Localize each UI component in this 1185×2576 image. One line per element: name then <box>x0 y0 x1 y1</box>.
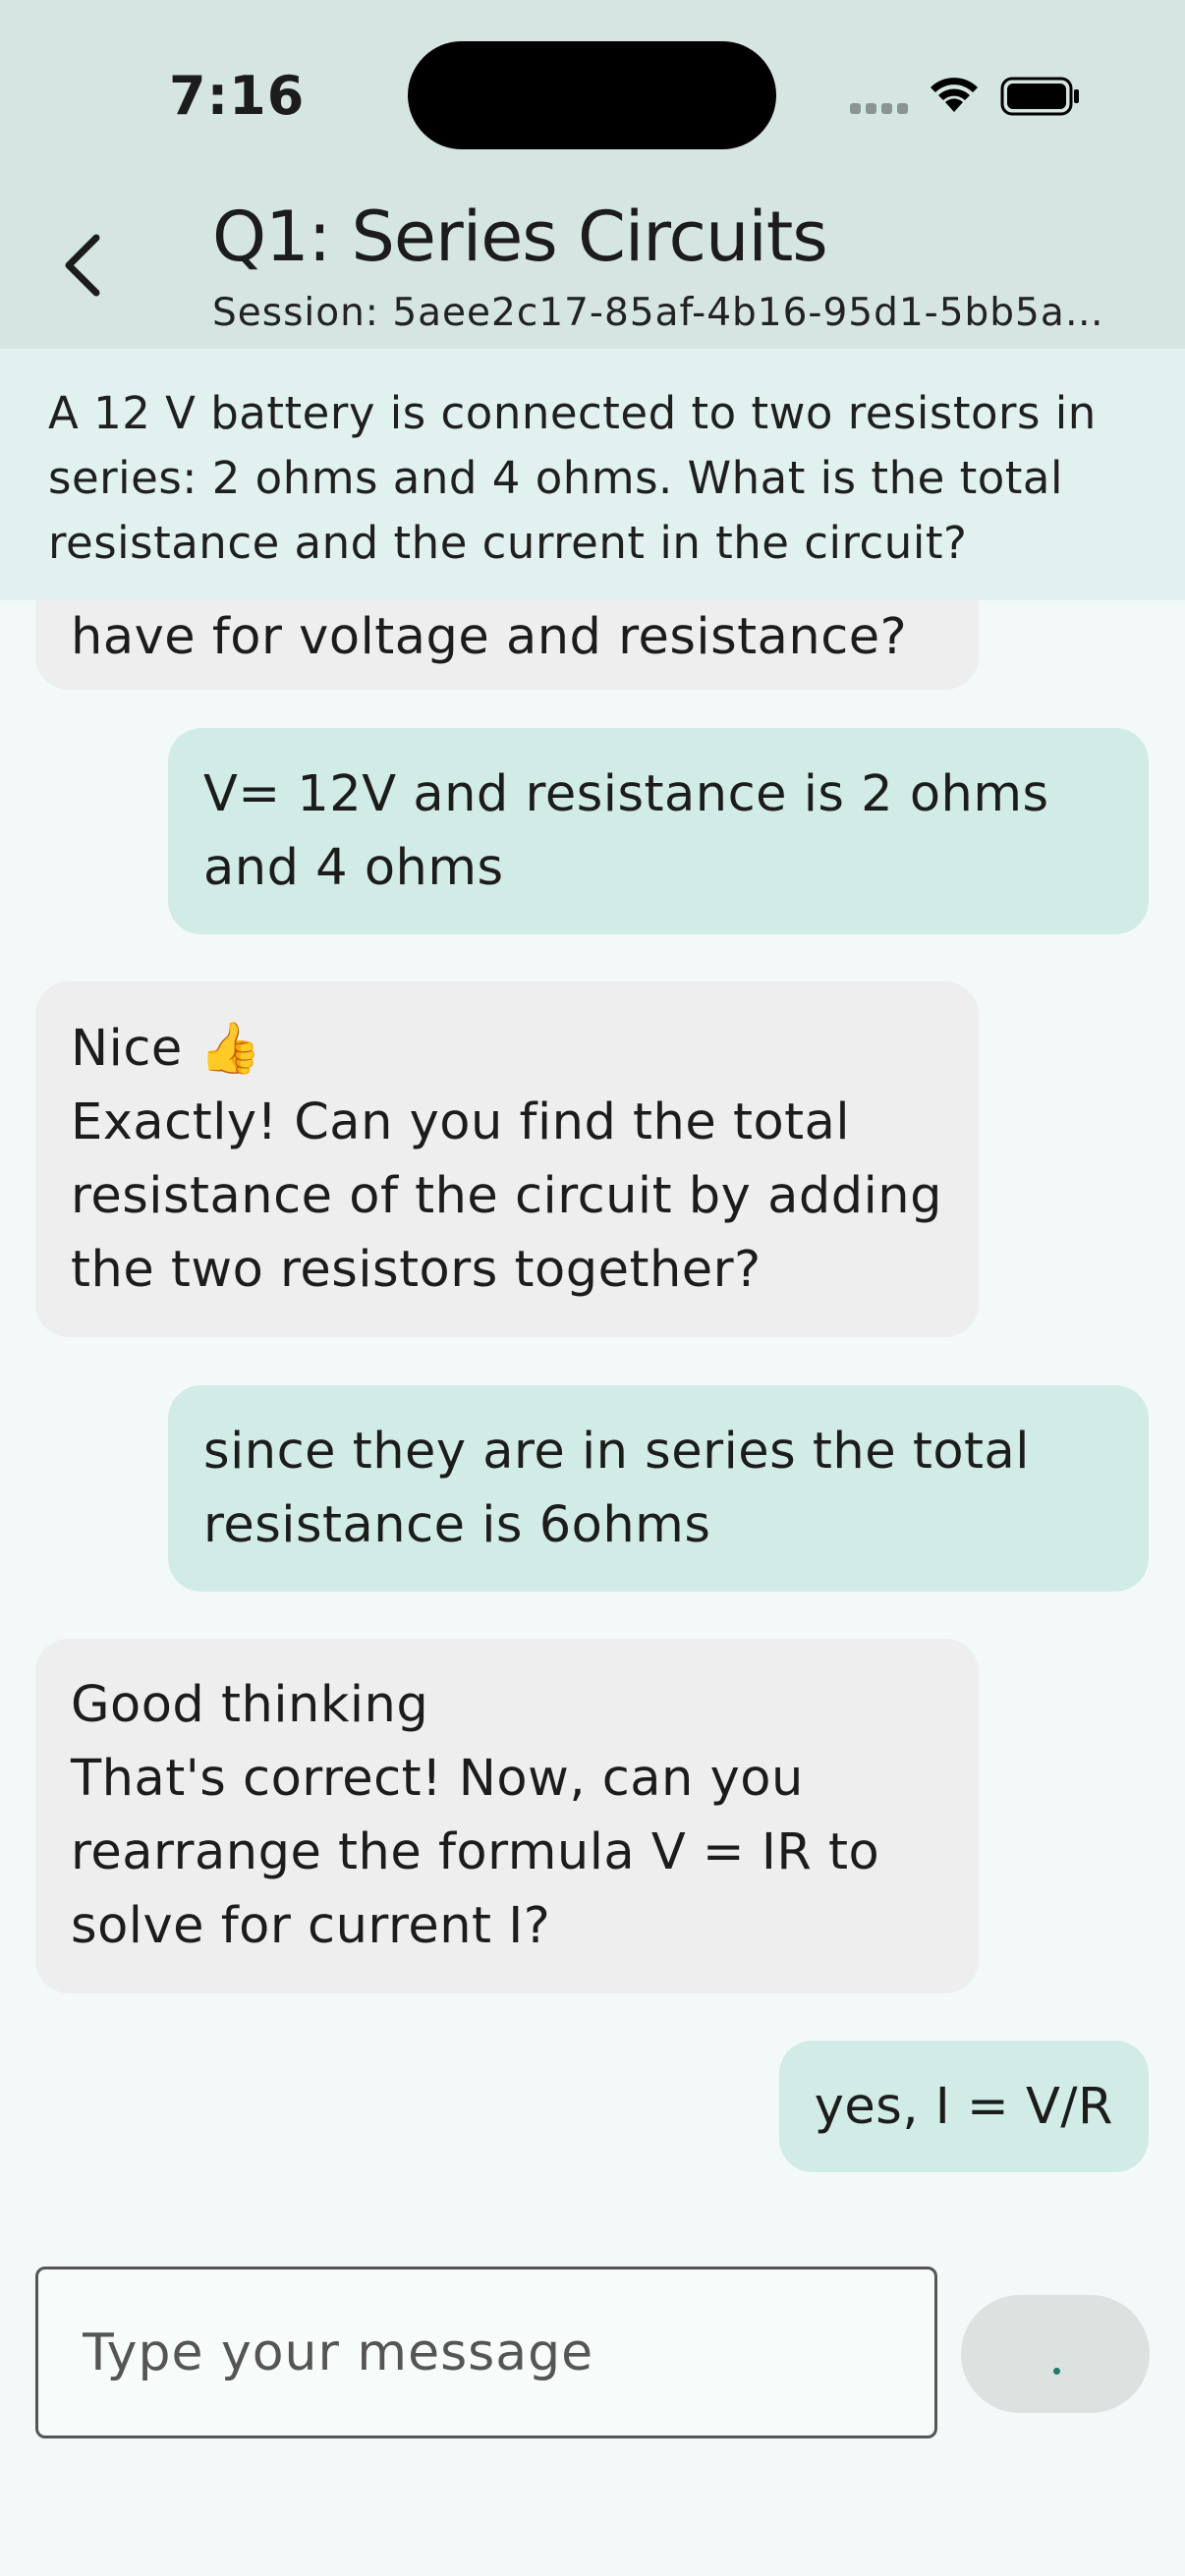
send-button[interactable] <box>961 2295 1150 2413</box>
status-time: 7:16 <box>169 65 306 127</box>
message-line: Good thinking <box>71 1676 429 1734</box>
bot-message: Nice 👍 Exactly! Can you find the total r… <box>35 981 979 1337</box>
message-line: resistance is 6ohms <box>203 1496 711 1554</box>
message-line: rearrange the formula V = IR to <box>71 1823 880 1881</box>
cellular-signal-icon <box>850 103 908 114</box>
message-line: since they are in series the total <box>203 1423 1030 1481</box>
message-line: resistance of the circuit by adding <box>71 1167 942 1225</box>
top-bar: 7:16 Q1: Series Circuits Session: 5aee2c… <box>0 0 1185 349</box>
dynamic-island <box>408 41 776 149</box>
message-line: V= 12V and resistance is 2 ohms <box>203 765 1049 823</box>
user-message: since they are in series the total resis… <box>168 1385 1149 1592</box>
message-line: Nice 👍 <box>71 1020 262 1078</box>
message-line: That's correct! Now, can you <box>71 1750 804 1808</box>
wifi-icon <box>931 78 978 112</box>
message-line: solve for current I? <box>71 1897 551 1955</box>
bot-message: have for voltage and resistance? <box>35 600 979 690</box>
chevron-left-icon <box>65 234 100 297</box>
user-message: V= 12V and resistance is 2 ohms and 4 oh… <box>168 728 1149 934</box>
battery-icon <box>1000 77 1079 116</box>
loading-indicator-icon <box>1053 2368 1060 2375</box>
back-button[interactable] <box>57 226 116 305</box>
message-line: the two resistors together? <box>71 1241 762 1299</box>
page-title: Q1: Series Circuits <box>212 196 828 277</box>
bot-message: Good thinking That's correct! Now, can y… <box>35 1639 979 1993</box>
message-line: and 4 ohms <box>203 839 504 897</box>
user-message: yes, I = V/R <box>778 2041 1149 2172</box>
session-id: Session: 5aee2c17-85af-4b16-95d1-5bb5ad.… <box>212 291 1126 335</box>
message-input[interactable] <box>35 2267 937 2438</box>
question-banner: A 12 V battery is connected to two resis… <box>0 349 1185 600</box>
chat-thread[interactable]: have for voltage and resistance? V= 12V … <box>0 600 1185 2231</box>
message-line: Exactly! Can you find the total <box>71 1093 851 1151</box>
message-line: have for voltage and resistance? <box>71 608 908 666</box>
message-line: yes, I = V/R <box>814 2078 1113 2136</box>
